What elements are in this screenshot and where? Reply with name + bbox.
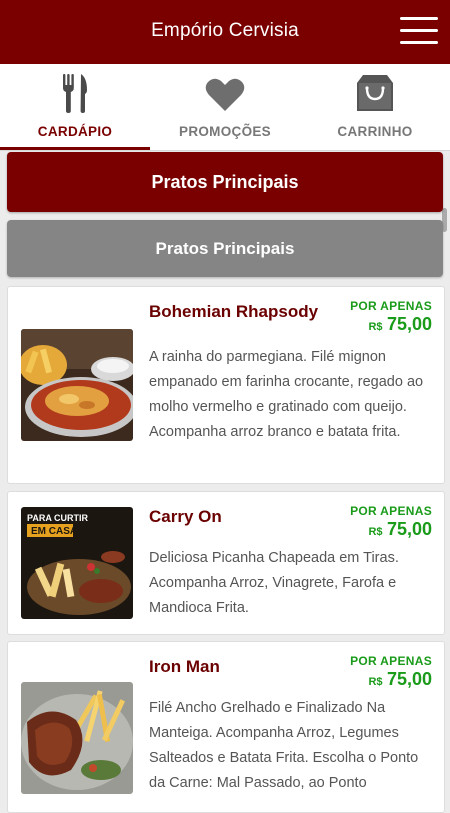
currency-symbol: R$ <box>368 676 383 688</box>
product-name: Carry On <box>149 507 222 526</box>
product-card-bohemian-rhapsody[interactable]: Bohemian Rhapsody POR APENAS R$ 75,00 A … <box>7 286 445 484</box>
product-image <box>21 329 133 441</box>
fork-knife-icon <box>62 73 88 118</box>
product-name: Iron Man <box>149 657 220 676</box>
tab-promocoes[interactable]: PROMOÇÕES <box>150 64 300 150</box>
product-card-carry-on[interactable]: PARA CURTIR EM CASA Carry On POR APENAS … <box>7 491 445 635</box>
active-tab-indicator <box>0 147 150 150</box>
app-title: Empório Cervisia <box>151 20 299 41</box>
tab-label: CARDÁPIO <box>37 124 113 139</box>
product-description: Deliciosa Picanha Chapeada em Tiras. Aco… <box>149 550 399 616</box>
category-selector-button[interactable]: Pratos Principais <box>7 152 443 212</box>
price-value: 75,00 <box>386 519 432 539</box>
price-value: 75,00 <box>386 314 432 334</box>
product-image: PARA CURTIR EM CASA <box>21 507 133 619</box>
price-value: 75,00 <box>386 669 432 689</box>
tab-bar: CARDÁPIO PROMOÇÕES CARRINHO <box>0 64 450 151</box>
tab-carrinho[interactable]: CARRINHO <box>300 64 450 150</box>
tab-cardapio[interactable]: CARDÁPIO <box>0 64 150 150</box>
price-label: POR APENAS <box>350 299 432 313</box>
heart-icon <box>205 78 245 117</box>
currency-symbol: R$ <box>368 321 383 333</box>
product-description: A rainha do parmegiana. Filé mignon empa… <box>149 349 424 440</box>
category-section-button[interactable]: Pratos Principais <box>7 220 443 277</box>
price-label: POR APENAS <box>350 654 432 668</box>
currency-symbol: R$ <box>368 526 383 538</box>
product-price: R$ 75,00 <box>368 669 432 690</box>
price-label: POR APENAS <box>350 504 432 518</box>
app-header: Empório Cervisia <box>0 0 450 64</box>
tab-label: PROMOÇÕES <box>179 124 271 139</box>
product-description: Filé Ancho Grelhado e Finalizado Na Mant… <box>149 700 419 791</box>
product-price: R$ 75,00 <box>368 519 432 540</box>
image-text-line2: EM CASA <box>31 526 77 537</box>
product-price: R$ 75,00 <box>368 314 432 335</box>
tab-label: CARRINHO <box>337 124 413 139</box>
menu-icon[interactable] <box>400 17 438 45</box>
image-text-line1: PARA CURTIR <box>27 513 88 523</box>
product-card-iron-man[interactable]: Iron Man POR APENAS R$ 75,00 Filé Ancho … <box>7 641 445 813</box>
shopping-bag-icon <box>355 73 395 118</box>
product-name: Bohemian Rhapsody <box>149 302 319 321</box>
product-image <box>21 682 133 794</box>
